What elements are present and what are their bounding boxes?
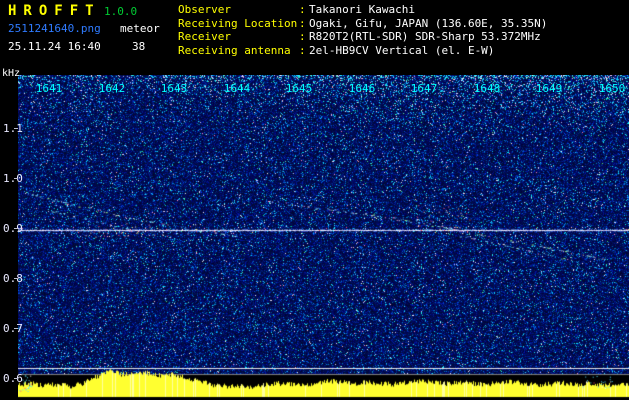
info-value: 2el-HB9CV Vertical (el. E-W)	[309, 44, 494, 57]
echo-count: 38	[132, 40, 145, 53]
info-row-observer: Observer: Takanori Kawachi	[178, 3, 547, 17]
hrofft-screenshot: HROFFT 1.0.0 2511241640.png meteor 25.11…	[0, 0, 629, 400]
time-label: 1649	[536, 82, 563, 95]
info-label: Observer	[178, 3, 299, 17]
info-value: Takanori Kawachi	[309, 3, 415, 16]
app-title: HROFFT	[8, 3, 101, 19]
time-label: 1643	[161, 82, 188, 95]
time-label: 1650	[599, 82, 626, 95]
time-label: 1642	[99, 82, 126, 95]
info-value: R820T2(RTL-SDR) SDR-Sharp 53.372MHz	[309, 30, 541, 43]
time-label: 1645	[286, 82, 313, 95]
info-colon: :	[299, 30, 309, 44]
time-label: 1647	[411, 82, 438, 95]
time-label: 1644	[224, 82, 251, 95]
mode-label: meteor	[120, 22, 160, 35]
info-label: Receiver	[178, 30, 299, 44]
info-row-receiver: Receiver: R820T2(RTL-SDR) SDR-Sharp 53.37…	[178, 30, 547, 44]
app-version: 1.0.0	[104, 5, 137, 18]
info-value: Ogaki, Gifu, JAPAN (136.60E, 35.35N)	[309, 17, 547, 30]
time-label: 1646	[349, 82, 376, 95]
output-filename: 2511241640.png	[8, 22, 101, 35]
info-row-antenna: Receiving antenna:2el-HB9CV Vertical (el…	[178, 44, 547, 58]
station-info-table: Observer: Takanori Kawachi Receiving Loca…	[178, 3, 547, 57]
info-colon: :	[299, 44, 309, 58]
info-row-location: Receiving Location: Ogaki, Gifu, JAPAN (1…	[178, 17, 547, 31]
time-label: 1641	[36, 82, 63, 95]
info-label: Receiving Location	[178, 17, 299, 31]
observation-datetime: 25.11.24 16:40	[8, 40, 101, 53]
header: HROFFT 1.0.0 2511241640.png meteor 25.11…	[0, 0, 629, 68]
spectrogram-canvas	[18, 75, 629, 400]
info-colon: :	[299, 3, 309, 17]
time-label: 1648	[474, 82, 501, 95]
spectrogram-plot: 1641 1642 1643 1644 1645 1646 1647 1648 …	[18, 75, 629, 400]
info-colon: :	[299, 17, 309, 31]
info-label: Receiving antenna	[178, 44, 299, 58]
